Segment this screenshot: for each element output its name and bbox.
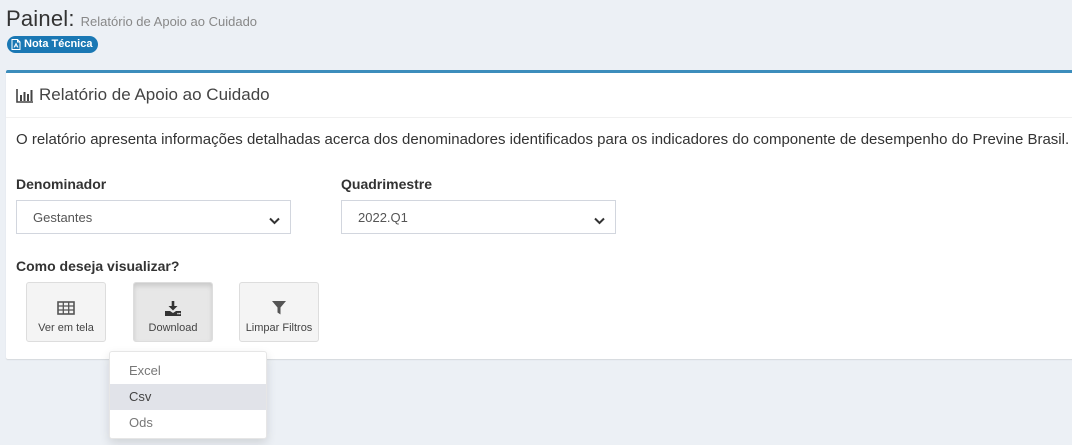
download-icon: [164, 299, 182, 317]
download-button[interactable]: Download: [133, 282, 213, 342]
ver-em-tela-label: Ver em tela: [38, 322, 94, 334]
download-option-excel[interactable]: Excel: [110, 358, 266, 384]
page-title: Painel: Relatório de Apoio ao Cuidado: [6, 6, 257, 32]
limpar-filtros-button[interactable]: Limpar Filtros: [239, 282, 319, 342]
download-option-csv[interactable]: Csv: [110, 384, 266, 410]
panel-header: Relatório de Apoio ao Cuidado: [6, 73, 1072, 118]
ver-em-tela-button[interactable]: Ver em tela: [26, 282, 106, 342]
bar-chart-icon: [16, 88, 34, 103]
visualize-label: Como deseja visualizar?: [16, 258, 180, 274]
panel-title: Relatório de Apoio ao Cuidado: [39, 85, 270, 104]
chevron-down-icon: [594, 213, 605, 228]
download-dropdown-menu: Excel Csv Ods: [109, 351, 267, 439]
denominador-select[interactable]: Gestantes: [16, 200, 291, 234]
download-option-ods[interactable]: Ods: [110, 410, 266, 436]
filter-icon: [271, 299, 287, 317]
quadrimestre-label: Quadrimestre: [341, 176, 433, 192]
quadrimestre-select[interactable]: 2022.Q1: [341, 200, 616, 234]
denominador-value: Gestantes: [33, 209, 93, 225]
page-subtitle: Relatório de Apoio ao Cuidado: [80, 14, 258, 29]
nota-tecnica-badge[interactable]: Nota Técnica: [7, 36, 99, 53]
report-panel: Relatório de Apoio ao Cuidado O relatóri…: [6, 70, 1072, 359]
page-title-main: Painel:: [6, 6, 75, 31]
download-label: Download: [148, 322, 198, 334]
denominador-label: Denominador: [16, 176, 107, 192]
nota-tecnica-label: Nota Técnica: [24, 38, 93, 50]
quadrimestre-value: 2022.Q1: [358, 209, 408, 225]
limpar-filtros-label: Limpar Filtros: [245, 322, 313, 334]
panel-description: O relatório apresenta informações detalh…: [16, 131, 1070, 148]
chevron-down-icon: [269, 213, 280, 228]
pdf-file-icon: [11, 39, 21, 50]
table-icon: [57, 299, 75, 317]
